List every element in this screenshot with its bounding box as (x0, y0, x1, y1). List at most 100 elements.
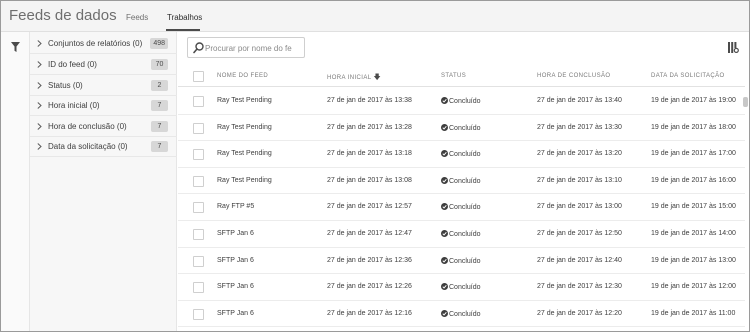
row-checkbox[interactable] (193, 122, 204, 134)
status-text: Concluído (449, 204, 481, 212)
row-checkbox[interactable] (193, 282, 204, 294)
table-row[interactable]: Ray Test Pending 27 de jan de 2017 às 13:… (178, 88, 745, 115)
facet-panel: Conjuntos de relatórios (0) 498 ID do fe… (30, 32, 177, 331)
row-checkbox[interactable] (193, 96, 204, 107)
funnel-icon[interactable] (11, 42, 20, 52)
cell-request-date: 19 de jan de 2017 às 15:00 (651, 203, 736, 211)
facet-label: Data da solicitação (0) (48, 142, 128, 151)
facet-feed-id[interactable]: ID do feed (0) 70 (30, 54, 177, 75)
cell-status: Concluído (441, 123, 481, 132)
header-bar: Feeds de dados Feeds Trabalhos (1, 1, 749, 32)
cell-end-time: 27 de jan de 2017 às 13:30 (537, 123, 622, 131)
facet-end-time[interactable]: Hora de conclusão (0) 7 (30, 116, 177, 137)
chevron-right-icon (37, 102, 42, 109)
cell-end-time: 27 de jan de 2017 às 13:20 (537, 150, 622, 158)
facet-count-badge: 7 (151, 121, 168, 132)
cell-feed-name: Ray Test Pending (217, 123, 272, 131)
cell-request-date: 19 de jan de 2017 às 19:00 (651, 97, 736, 104)
cell-start-time: 27 de jan de 2017 às 13:18 (327, 150, 412, 158)
app-window: Feeds de dados Feeds Trabalhos Conjuntos… (0, 0, 750, 332)
table-row[interactable]: SFTP Jan 6 27 de jan de 2017 às 12:36 Conc… (178, 248, 745, 275)
facet-report-suites[interactable]: Conjuntos de relatórios (0) 498 (30, 33, 177, 54)
facet-label: Hora de conclusão (0) (48, 122, 127, 131)
cell-status: Concluído (441, 203, 481, 211)
facet-count-badge: 2 (151, 80, 168, 91)
cell-status: Concluído (441, 309, 481, 318)
cell-end-time: 27 de jan de 2017 às 12:20 (537, 309, 622, 317)
search-input[interactable] (205, 41, 302, 55)
cell-end-time: 27 de jan de 2017 às 12:40 (537, 256, 622, 264)
cell-feed-name: SFTP Jan 6 (217, 256, 254, 264)
check-circle-icon (441, 283, 448, 291)
column-config-icon[interactable] (728, 42, 739, 53)
status-text: Concluído (449, 98, 481, 105)
scrollbar-thumb[interactable] (743, 97, 748, 107)
facet-label: Conjuntos de relatórios (0) (48, 39, 143, 48)
table-header: NOME DO FEED HORA INICIAL 🡇 STATUS HORA D… (178, 65, 745, 87)
search-box (187, 37, 305, 58)
facet-start-time[interactable]: Hora inicial (0) 7 (30, 95, 177, 116)
cell-feed-name: Ray Test Pending (217, 97, 272, 104)
status-text: Concluído (449, 231, 481, 238)
check-circle-icon (441, 256, 448, 264)
facet-count-badge: 7 (151, 141, 168, 152)
status-text: Concluído (449, 177, 481, 185)
tab-feeds[interactable]: Feeds (126, 13, 148, 22)
row-checkbox[interactable] (193, 229, 204, 240)
status-text: Concluído (449, 124, 481, 132)
facet-status[interactable]: Status (0) 2 (30, 75, 177, 96)
status-text: Concluído (449, 151, 481, 159)
table-row[interactable]: Ray Test Pending 27 de jan de 2017 às 13:… (178, 168, 745, 195)
cell-end-time: 27 de jan de 2017 às 13:00 (537, 203, 622, 211)
table-row[interactable]: SFTP Jan 6 27 de jan de 2017 às 12:26 Conc… (178, 274, 745, 301)
chevron-right-icon (37, 40, 42, 47)
row-checkbox[interactable] (193, 308, 204, 320)
table-row[interactable]: SFTP Jan 6 27 de jan de 2017 às 12:47 Conc… (178, 221, 745, 248)
column-header-label: HORA INICIAL (327, 75, 372, 81)
facet-label: ID do feed (0) (48, 60, 97, 69)
column-header-request-date[interactable]: DATA DA SOLICITAÇÃO (651, 73, 725, 79)
facet-label: Status (0) (48, 81, 83, 90)
cell-status: Concluído (441, 97, 481, 105)
cell-start-time: 27 de jan de 2017 às 12:36 (327, 256, 412, 264)
chevron-right-icon (37, 61, 42, 68)
table-row[interactable]: Ray Test Pending 27 de jan de 2017 às 13:… (178, 141, 745, 168)
cell-start-time: 27 de jan de 2017 às 12:47 (327, 230, 412, 237)
row-checkbox[interactable] (193, 149, 204, 161)
cell-request-date: 19 de jan de 2017 às 18:00 (651, 123, 736, 131)
status-text: Concluído (449, 284, 481, 292)
table-row[interactable]: Ray FTP #5 27 de jan de 2017 às 12:57 Conc… (178, 194, 745, 221)
cell-request-date: 19 de jan de 2017 às 13:00 (651, 256, 736, 264)
app-title: Feeds de dados (9, 7, 117, 24)
cell-request-date: 19 de jan de 2017 às 12:00 (651, 283, 736, 291)
check-circle-icon (441, 176, 448, 184)
check-circle-icon (441, 97, 448, 104)
select-all-checkbox[interactable] (193, 71, 204, 82)
table-row[interactable]: SFTP Jan 6 27 de jan de 2017 às 12:16 Conc… (178, 301, 745, 328)
column-header-status[interactable]: STATUS (441, 73, 466, 79)
row-checkbox[interactable] (193, 202, 204, 214)
jobs-panel: NOME DO FEED HORA INICIAL🡇 STATUS HORA D… (178, 32, 749, 331)
check-circle-icon (441, 123, 448, 131)
cell-start-time: 27 de jan de 2017 às 12:57 (327, 203, 412, 211)
table-row[interactable]: Ray Test Pending 27 de jan de 2017 às 13:… (178, 115, 745, 142)
row-checkbox[interactable] (193, 255, 204, 267)
cell-end-time: 27 de jan de 2017 às 13:10 (537, 176, 622, 184)
column-header-start-time[interactable]: HORA INICIAL 🡇 (327, 73, 381, 84)
facet-request-date[interactable]: Data da solicitação (0) 7 (30, 136, 177, 157)
cell-start-time: 27 de jan de 2017 às 12:26 (327, 283, 412, 291)
column-header-feed-name[interactable]: NOME DO FEED (217, 73, 268, 79)
cell-status: Concluído (441, 283, 481, 291)
check-circle-icon (441, 150, 448, 158)
facet-count-badge: 7 (151, 100, 168, 111)
check-circle-icon (441, 309, 448, 317)
row-checkbox[interactable] (193, 175, 204, 187)
cell-status: Concluído (441, 230, 481, 238)
status-text: Concluído (449, 310, 481, 318)
filter-rail (1, 32, 30, 331)
sort-descending-icon: 🡇 (373, 74, 382, 81)
column-header-end-time[interactable]: HORA DE CONCLUSÃO (537, 73, 610, 79)
tab-trabalhos[interactable]: Trabalhos (167, 13, 202, 22)
cell-request-date: 19 de jan de 2017 às 14:00 (651, 230, 736, 237)
chevron-right-icon (37, 82, 42, 89)
